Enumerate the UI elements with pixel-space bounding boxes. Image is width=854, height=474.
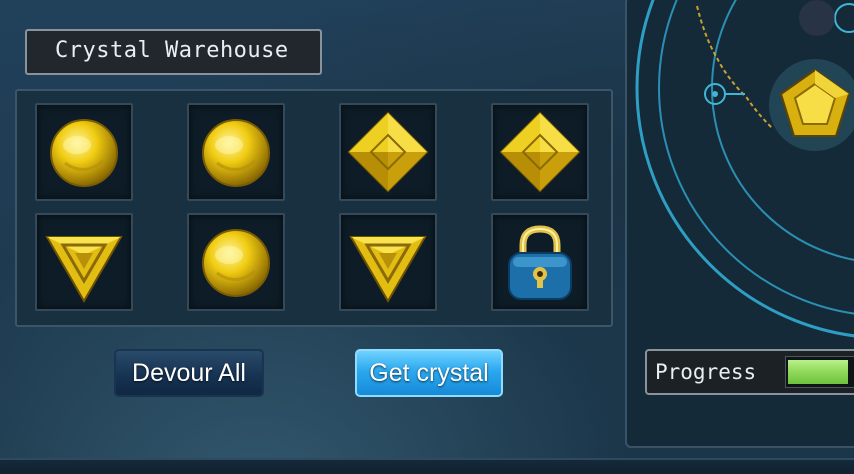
inventory-slot[interactable] [491, 103, 589, 201]
inventory-slot[interactable] [35, 103, 133, 201]
progress-label: Progress [655, 360, 757, 384]
diamond-gold-crystal-icon [499, 111, 581, 193]
inventory-slot[interactable] [339, 103, 437, 201]
game-scene: Crystal Warehouse Devour All Get crystal… [0, 0, 854, 474]
locked-slot[interactable] [491, 213, 589, 311]
progress-fill [788, 360, 848, 384]
inventory-slot[interactable] [339, 213, 437, 311]
diamond-gold-crystal-icon [347, 111, 429, 193]
warehouse-grid [15, 89, 613, 327]
round-gold-crystal-icon [202, 229, 270, 297]
progress-bar: Progress [645, 349, 854, 395]
progress-track [785, 356, 854, 388]
triangle-gold-crystal-icon [349, 236, 427, 303]
warehouse-title: Crystal Warehouse [25, 29, 322, 75]
inventory-slot[interactable] [187, 103, 285, 201]
inventory-slot[interactable] [35, 213, 133, 311]
triangle-gold-crystal-icon [45, 236, 123, 303]
round-gold-crystal-icon [202, 119, 270, 187]
get-crystal-button[interactable]: Get crystal [355, 349, 503, 397]
inventory-slot[interactable] [187, 213, 285, 311]
round-gold-crystal-icon [50, 119, 118, 187]
devour-all-button[interactable]: Devour All [114, 349, 264, 397]
lock-icon [508, 225, 572, 300]
